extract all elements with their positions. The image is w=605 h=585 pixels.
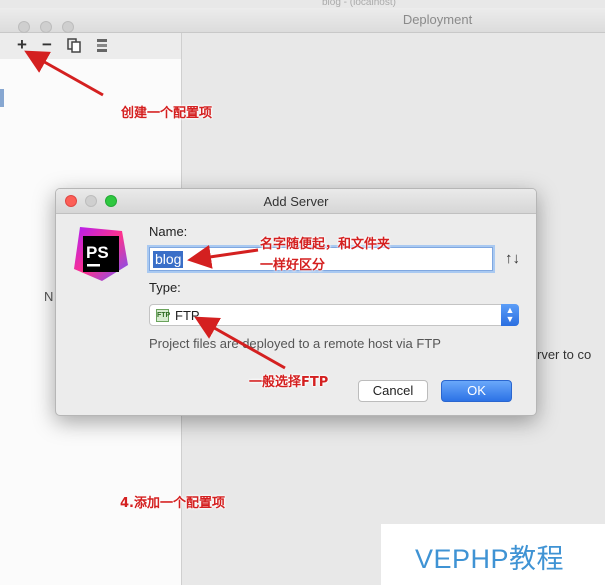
move-icon[interactable] — [92, 35, 112, 55]
dialog-title: Add Server — [263, 194, 329, 209]
type-value: FTP — [175, 308, 200, 323]
phpstorm-logo-icon: PS — [74, 227, 128, 281]
sort-icon[interactable]: ↑↓ — [505, 250, 520, 267]
annotation-name-hint-line2: 一样好区分 — [260, 258, 326, 273]
remove-server-button[interactable]: − — [37, 35, 57, 55]
server-list-letter: N — [44, 289, 54, 304]
deployment-titlebar: Deployment — [0, 8, 605, 33]
ftp-icon: FTP — [156, 309, 170, 322]
annotation-add-config: 4.添加一个配置项 — [120, 496, 225, 511]
selection-marker — [0, 89, 4, 107]
add-server-button[interactable]: + — [12, 35, 32, 55]
logo-text: PS — [86, 243, 109, 262]
annotation-name-hint-line1: 名字随便起，和文件夹 — [260, 237, 391, 252]
annotation-ftp-hint: 一般选择FTP — [249, 375, 329, 390]
annotation-create-config: 创建一个配置项 — [121, 106, 213, 121]
deployment-title: Deployment — [402, 12, 473, 27]
type-label: Type: — [149, 280, 181, 295]
right-panel-text: rver to co — [537, 347, 592, 362]
type-select[interactable]: FTP FTP ▲ ▼ — [149, 304, 519, 326]
name-label: Name: — [149, 224, 188, 239]
cancel-button[interactable]: Cancel — [358, 380, 428, 402]
top-strip-text: blog - (localhost) — [322, 0, 396, 8]
copy-icon[interactable] — [64, 35, 84, 55]
dialog-titlebar: Add Server — [56, 189, 536, 214]
server-list-toolbar: + − — [0, 33, 181, 59]
type-description: Project files are deployed to a remote h… — [149, 336, 441, 351]
ok-button[interactable]: OK — [441, 380, 512, 402]
select-arrows-icon: ▲ ▼ — [501, 304, 519, 326]
name-value-selected: blog — [153, 251, 184, 268]
watermark: VEPHP教程 — [415, 544, 565, 574]
